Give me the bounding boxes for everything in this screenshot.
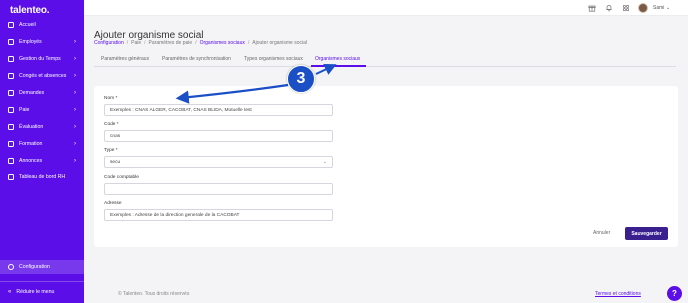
- collapse-menu-label: Réduire le menu: [16, 289, 55, 295]
- sidebar-item-label: Tableau de bord RH: [19, 174, 66, 180]
- sidebar-item-annonces[interactable]: Annonces ›: [0, 154, 84, 168]
- breadcrumb-separator: /: [247, 40, 250, 46]
- sidebar-item-label: Accueil: [19, 22, 36, 28]
- inbox-icon: [8, 90, 14, 96]
- tab-organismes-sociaux[interactable]: Organismes sociaux: [315, 56, 360, 62]
- nom-input[interactable]: Exemples : CNAS ALGER, CACOBAT, CNAS BLI…: [104, 104, 333, 116]
- sidebar-item-gestion-du-temps[interactable]: Gestion du Temps ›: [0, 52, 84, 66]
- divider: [0, 281, 84, 282]
- sidebar-item-tableau-de-bord[interactable]: Tableau de bord RH: [0, 170, 84, 184]
- sidebar-item-evaluation[interactable]: Évaluation ›: [0, 120, 84, 134]
- breadcrumb-item[interactable]: Paramètres de paie: [149, 40, 193, 46]
- active-tab-indicator: [311, 65, 366, 67]
- breadcrumb-separator: /: [144, 40, 146, 46]
- book-icon: [8, 141, 14, 147]
- breadcrumb: Configuration / Paie / Paramètres de paie / Or…: [94, 40, 307, 46]
- sidebar-item-configuration[interactable]: Configuration: [0, 260, 84, 274]
- chevron-right-icon: ›: [74, 90, 76, 96]
- sidebar-item-label: Évaluation: [19, 124, 44, 130]
- sidebar-item-label: Annonces: [19, 158, 43, 164]
- users-icon: [8, 39, 14, 45]
- sidebar-item-label: Congés et absences: [19, 73, 67, 79]
- code-comptable-input[interactable]: [104, 183, 333, 195]
- sidebar-item-label: Formation: [19, 141, 43, 147]
- logo: talenteo.: [10, 5, 50, 16]
- sidebar-item-paie[interactable]: Paie ›: [0, 103, 84, 117]
- calendar-icon: [8, 73, 14, 79]
- gift-icon[interactable]: [588, 4, 596, 12]
- sidebar-item-label: Gestion du Temps: [19, 56, 61, 62]
- dashboard-icon: [8, 174, 14, 180]
- double-chevron-left-icon: «: [8, 289, 12, 295]
- sidebar-item-label: Paie: [19, 107, 30, 113]
- adresse-value: Exemples : Adresse de la direction gener…: [110, 212, 240, 218]
- sidebar-item-conges[interactable]: Congés et absences ›: [0, 69, 84, 83]
- sidebar-item-label: Employés: [19, 39, 42, 45]
- code-input[interactable]: cnas: [104, 130, 333, 142]
- chevron-down-icon: ⌄: [322, 159, 327, 165]
- chevron-right-icon: ›: [74, 141, 76, 147]
- sidebar-item-employes[interactable]: Employés ›: [0, 35, 84, 49]
- type-select[interactable]: secu ⌄: [104, 156, 333, 168]
- megaphone-icon: [8, 158, 14, 164]
- nom-value: Exemples : CNAS ALGER, CACOBAT, CNAS BLI…: [110, 107, 252, 113]
- chevron-right-icon: ›: [74, 39, 76, 45]
- breadcrumb-separator: /: [126, 40, 129, 46]
- breadcrumb-current: Ajouter organisme social: [252, 40, 308, 46]
- tab-bar: Paramètres généraux Paramètres de synchr…: [94, 53, 676, 67]
- help-button[interactable]: ?: [667, 286, 682, 301]
- sidebar-item-formation[interactable]: Formation ›: [0, 137, 84, 151]
- code-label: Code *: [104, 122, 119, 127]
- adresse-input[interactable]: Exemples : Adresse de la direction gener…: [104, 209, 333, 221]
- chevron-right-icon: ›: [74, 107, 76, 113]
- code-comptable-label: Code comptable: [104, 175, 139, 180]
- username[interactable]: Sami: [653, 5, 664, 11]
- type-label: Type *: [104, 148, 118, 153]
- chevron-right-icon: ›: [74, 56, 76, 62]
- breadcrumb-item[interactable]: Configuration: [94, 40, 124, 46]
- chevron-right-icon: ›: [74, 73, 76, 79]
- sidebar-item-label: Configuration: [19, 264, 50, 270]
- sidebar-item-label: Demandes: [19, 90, 45, 96]
- top-bar: Sami ⌄: [84, 0, 688, 16]
- apps-icon[interactable]: [622, 4, 630, 12]
- gear-icon: [8, 264, 14, 270]
- breadcrumb-item[interactable]: Paie: [131, 40, 141, 46]
- adresse-label: Adresse: [104, 201, 122, 206]
- chevron-right-icon: ›: [74, 158, 76, 164]
- copyright-text: © Talenteo. Tous droits réservés: [118, 291, 190, 297]
- home-icon: [8, 22, 14, 28]
- target-icon: [8, 124, 14, 130]
- bell-icon[interactable]: [605, 4, 613, 12]
- wallet-icon: [8, 107, 14, 113]
- sidebar-item-demandes[interactable]: Demandes ›: [0, 86, 84, 100]
- tab-parametres-synchronisation[interactable]: Paramètres de synchronisation: [162, 56, 231, 62]
- breadcrumb-separator: /: [195, 40, 197, 46]
- step-badge: 3: [287, 65, 315, 93]
- breadcrumb-item[interactable]: Organismes sociaux: [200, 40, 245, 46]
- cancel-button[interactable]: Annuler: [593, 230, 610, 236]
- type-value: secu: [110, 159, 121, 165]
- sidebar: talenteo. Accueil Employés › Gestion du …: [0, 0, 84, 303]
- collapse-menu-button[interactable]: « Réduire le menu: [0, 285, 84, 299]
- chevron-down-icon[interactable]: ⌄: [666, 5, 670, 11]
- terms-link[interactable]: Termes et conditions: [595, 291, 641, 297]
- avatar[interactable]: [638, 3, 648, 13]
- chevron-right-icon: ›: [74, 124, 76, 130]
- nom-label: Nom *: [104, 96, 118, 101]
- clock-icon: [8, 56, 14, 62]
- sidebar-item-accueil[interactable]: Accueil: [0, 18, 84, 32]
- save-button[interactable]: Sauvegarder: [625, 227, 668, 240]
- tab-types-organismes-sociaux[interactable]: Types organismes sociaux: [244, 56, 303, 62]
- tab-parametres-generaux[interactable]: Paramètres généraux: [101, 56, 149, 62]
- code-value: cnas: [110, 133, 121, 139]
